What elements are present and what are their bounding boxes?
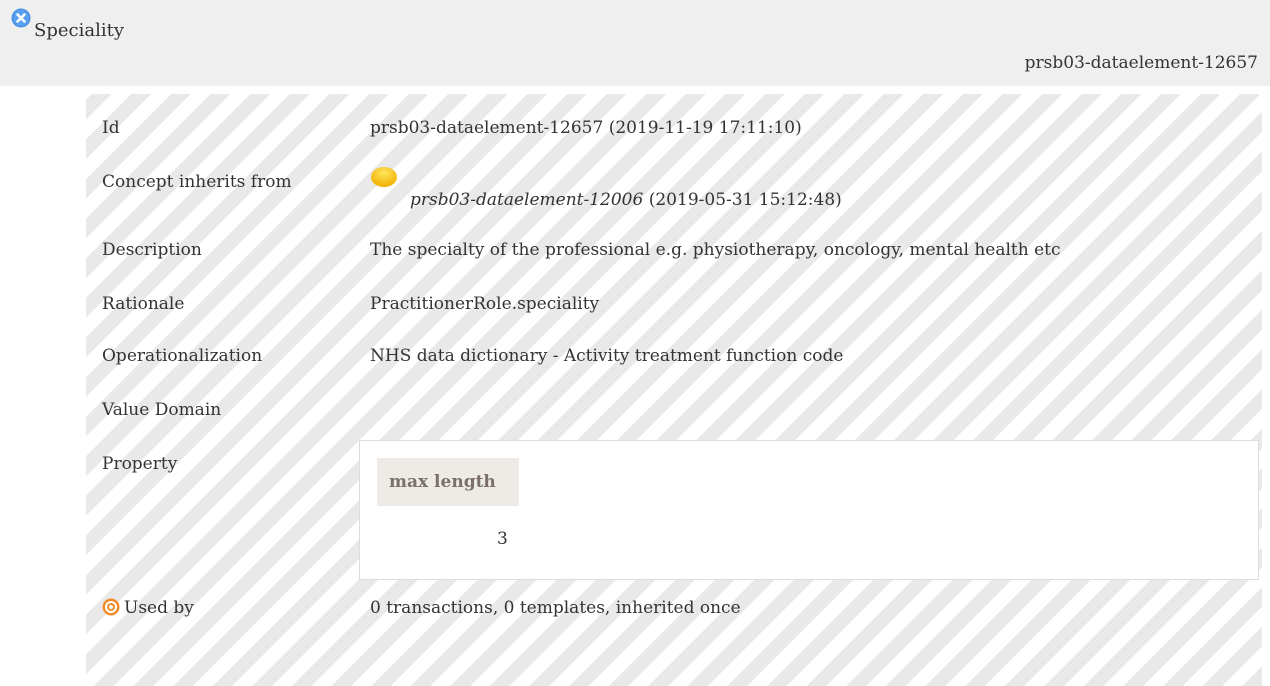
status-dot-icon xyxy=(371,167,397,187)
id-value: prsb03-dataelement-12657 (2019-11-19 17:… xyxy=(370,118,802,138)
concept-details: Id prsb03-dataelement-12657 (2019-11-19 … xyxy=(86,94,1262,686)
operationalization-label: Operationalization xyxy=(102,346,263,366)
used-by-value: 0 transactions, 0 templates, inherited o… xyxy=(370,598,741,618)
max-length-value: 3 xyxy=(497,529,508,549)
inherits-link[interactable]: prsb03-dataelement-12006 xyxy=(410,190,643,210)
inherits-value: prsb03-dataelement-12006 (2019-05-31 15:… xyxy=(410,188,842,212)
max-length-header-label: max length xyxy=(389,472,496,492)
property-label: Property xyxy=(102,454,178,474)
value-domain-label: Value Domain xyxy=(102,400,222,420)
concept-id: prsb03-dataelement-12657 xyxy=(1024,53,1258,73)
concept-header: Speciality prsb03-dataelement-12657 xyxy=(0,0,1270,86)
inherits-date: (2019-05-31 15:12:48) xyxy=(648,190,842,210)
max-length-header: max length xyxy=(377,458,519,506)
close-circle-icon[interactable] xyxy=(11,8,31,28)
concept-title: Speciality xyxy=(34,20,124,41)
rationale-label: Rationale xyxy=(102,294,185,314)
used-by-label: Used by xyxy=(124,598,194,618)
description-label: Description xyxy=(102,240,202,260)
property-table: max length 3 xyxy=(359,440,1259,580)
rationale-value: PractitionerRole.speciality xyxy=(370,294,600,314)
description-value: The specialty of the professional e.g. p… xyxy=(370,240,1061,260)
id-label: Id xyxy=(102,118,120,138)
inherits-label: Concept inherits from xyxy=(102,172,292,192)
target-icon xyxy=(102,598,120,616)
operationalization-value: NHS data dictionary - Activity treatment… xyxy=(370,346,844,366)
